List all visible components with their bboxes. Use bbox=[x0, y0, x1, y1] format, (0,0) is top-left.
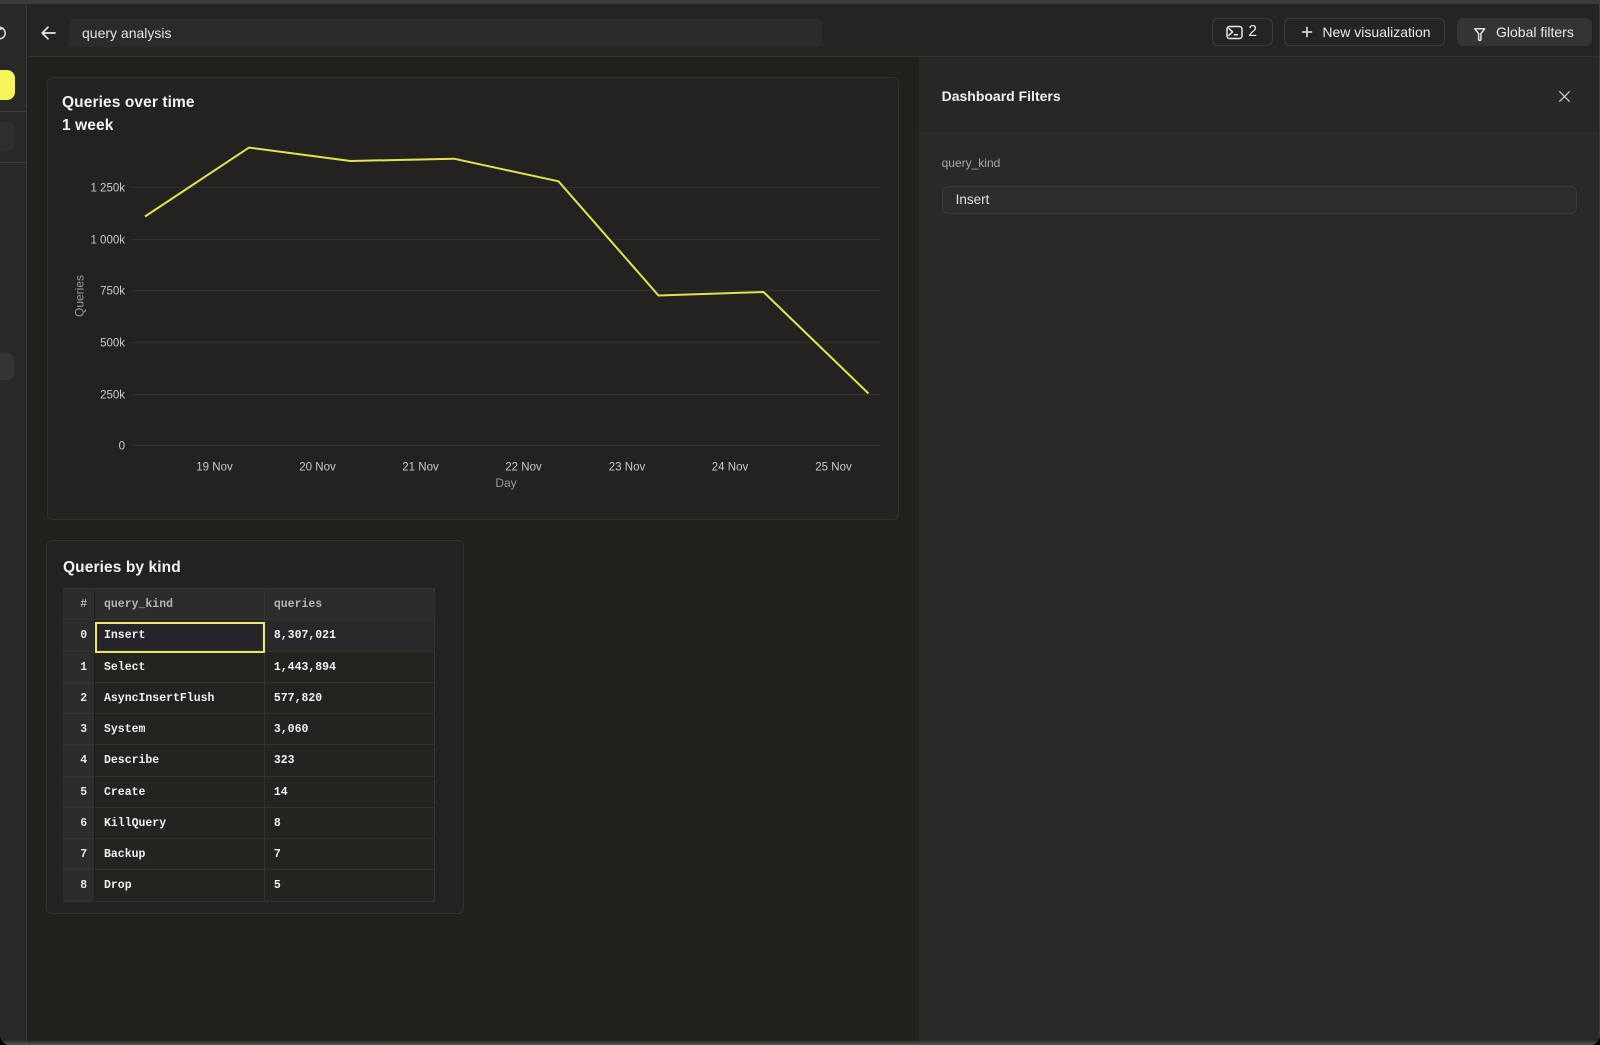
svg-text:22 Nov: 22 Nov bbox=[505, 462, 542, 474]
svg-text:24 Nov: 24 Nov bbox=[712, 462, 749, 474]
svg-text:1 250k: 1 250k bbox=[90, 183, 125, 195]
svg-text:0: 0 bbox=[119, 441, 125, 453]
svg-text:750k: 750k bbox=[100, 286, 125, 298]
svg-text:Day: Day bbox=[495, 476, 516, 490]
svg-text:23 Nov: 23 Nov bbox=[609, 462, 646, 474]
svg-text:250k: 250k bbox=[100, 390, 125, 402]
svg-text:500k: 500k bbox=[100, 338, 125, 350]
svg-text:21 Nov: 21 Nov bbox=[402, 462, 439, 474]
svg-text:Queries: Queries bbox=[73, 275, 87, 317]
svg-text:1 000k: 1 000k bbox=[90, 235, 125, 247]
svg-text:25 Nov: 25 Nov bbox=[815, 462, 852, 474]
svg-text:19 Nov: 19 Nov bbox=[196, 462, 233, 474]
svg-text:20 Nov: 20 Nov bbox=[299, 462, 336, 474]
